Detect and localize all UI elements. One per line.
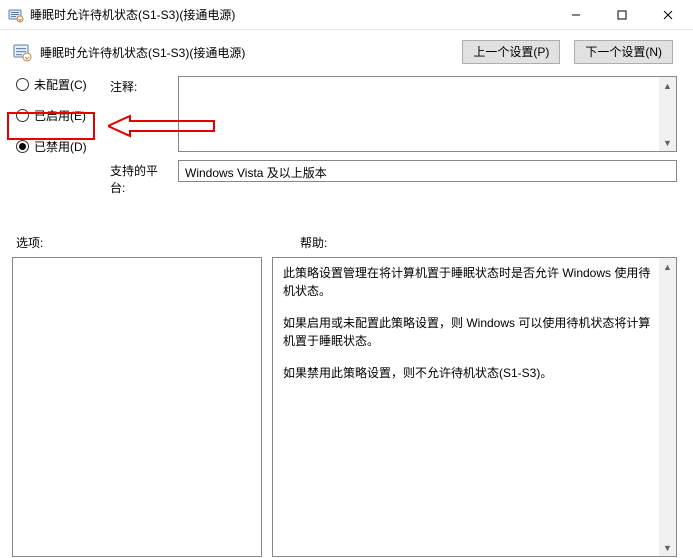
platform-label: 支持的平台: xyxy=(110,160,170,196)
radio-icon xyxy=(16,78,29,91)
radio-enabled[interactable]: 已启用(E) xyxy=(14,107,102,124)
help-paragraph: 此策略设置管理在将计算机置于睡眠状态时是否允许 Windows 使用待机状态。 xyxy=(283,264,652,300)
setting-title: 睡眠时允许待机状态(S1-S3)(接通电源) xyxy=(40,44,454,61)
radio-group: 未配置(C) 已启用(E) 已禁用(D) xyxy=(14,76,102,155)
lower-panels: 此策略设置管理在将计算机置于睡眠状态时是否允许 Windows 使用待机状态。 … xyxy=(0,255,693,557)
radio-label: 已禁用(D) xyxy=(34,138,87,155)
radio-label: 未配置(C) xyxy=(34,76,87,93)
setting-header: 睡眠时允许待机状态(S1-S3)(接通电源) 上一个设置(P) 下一个设置(N) xyxy=(0,30,693,74)
radio-icon xyxy=(16,140,29,153)
close-button[interactable] xyxy=(645,0,691,30)
help-paragraph: 如果启用或未配置此策略设置，则 Windows 可以使用待机状态将计算机置于睡眠… xyxy=(283,314,652,350)
scroll-up-icon[interactable]: ▲ xyxy=(659,258,676,275)
scroll-down-icon[interactable]: ▼ xyxy=(659,539,676,556)
radio-not-configured[interactable]: 未配置(C) xyxy=(14,76,102,93)
scroll-up-icon[interactable]: ▲ xyxy=(659,77,676,94)
window-controls xyxy=(553,0,691,30)
minimize-button[interactable] xyxy=(553,0,599,30)
policy-icon xyxy=(12,42,32,62)
window-title: 睡眠时允许待机状态(S1-S3)(接通电源) xyxy=(30,6,553,23)
radio-icon xyxy=(16,109,29,122)
prev-setting-button[interactable]: 上一个设置(P) xyxy=(462,40,560,64)
section-labels: 选项: 帮助: xyxy=(0,204,693,255)
help-paragraph: 如果禁用此策略设置，则不允许待机状态(S1-S3)。 xyxy=(283,364,652,382)
nav-buttons: 上一个设置(P) 下一个设置(N) xyxy=(462,40,673,64)
radio-label: 已启用(E) xyxy=(34,107,86,124)
maximize-button[interactable] xyxy=(599,0,645,30)
window-titlebar: 睡眠时允许待机状态(S1-S3)(接通电源) xyxy=(0,0,693,30)
scroll-down-icon[interactable]: ▼ xyxy=(659,134,676,151)
note-textarea[interactable]: ▲ ▼ xyxy=(178,76,677,152)
help-text: 此策略设置管理在将计算机置于睡眠状态时是否允许 Windows 使用待机状态。 … xyxy=(283,264,652,382)
note-label: 注释: xyxy=(110,76,170,95)
fields-column: 注释: ▲ ▼ 支持的平台: Windows Vista 及以上版本 xyxy=(110,76,677,196)
next-setting-button[interactable]: 下一个设置(N) xyxy=(574,40,673,64)
help-label: 帮助: xyxy=(300,234,327,251)
help-panel: 此策略设置管理在将计算机置于睡眠状态时是否允许 Windows 使用待机状态。 … xyxy=(272,257,677,557)
scrollbar[interactable]: ▲ ▼ xyxy=(659,258,676,556)
scrollbar[interactable]: ▲ ▼ xyxy=(659,77,676,151)
app-icon xyxy=(8,7,24,23)
options-panel xyxy=(12,257,262,557)
settings-upper: 未配置(C) 已启用(E) 已禁用(D) 注释: ▲ ▼ 支持的平台: Wind… xyxy=(0,74,693,204)
radio-disabled[interactable]: 已禁用(D) xyxy=(14,138,102,155)
platform-value: Windows Vista 及以上版本 xyxy=(178,160,677,182)
note-row: 注释: ▲ ▼ xyxy=(110,76,677,152)
platform-row: 支持的平台: Windows Vista 及以上版本 xyxy=(110,160,677,196)
options-label: 选项: xyxy=(16,234,300,251)
